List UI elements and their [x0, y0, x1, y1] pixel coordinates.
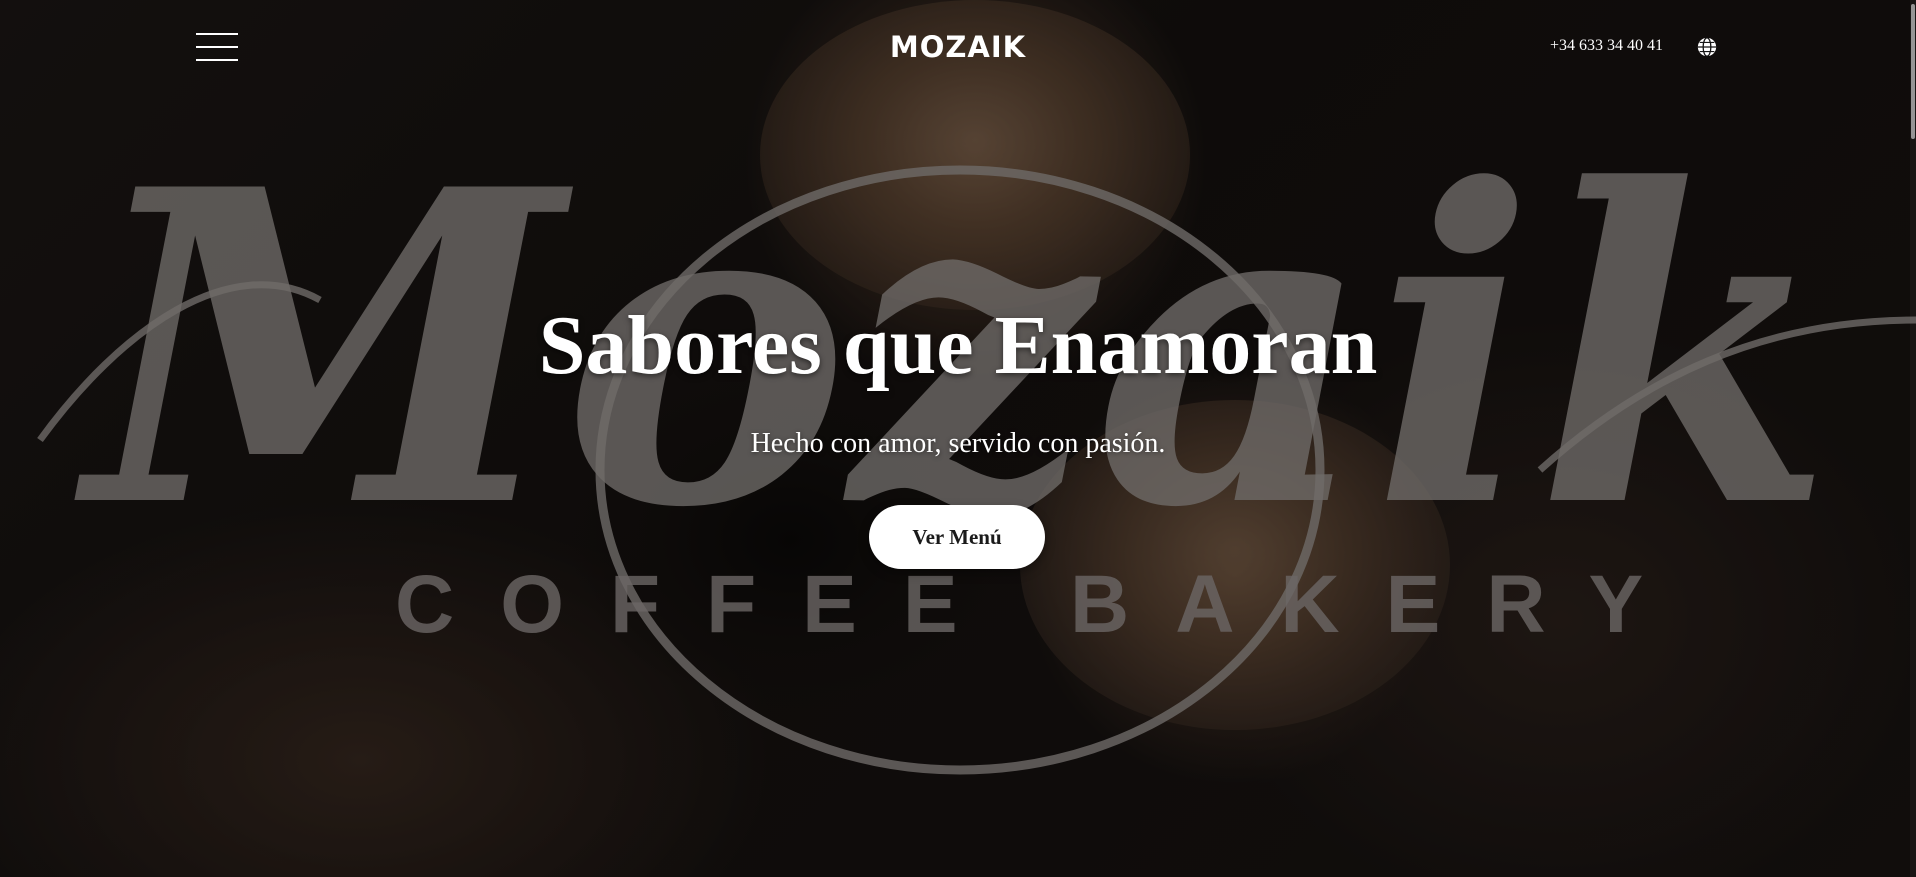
scrollbar-thumb[interactable]: [1911, 4, 1915, 139]
globe-icon[interactable]: [1696, 36, 1718, 58]
hero-section: Mozaik COFFEE BAKERY MOZAIK +34 633 34 4…: [0, 0, 1916, 877]
view-menu-button[interactable]: Ver Menú: [869, 505, 1045, 569]
phone-number[interactable]: +34 633 34 40 41: [1550, 37, 1663, 55]
hero-subtitle: Hecho con amor, servido con pasión.: [750, 428, 1166, 459]
top-bar: MOZAIK +34 633 34 40 41: [0, 0, 1916, 100]
hero-title: Sabores que Enamoran: [538, 299, 1378, 392]
